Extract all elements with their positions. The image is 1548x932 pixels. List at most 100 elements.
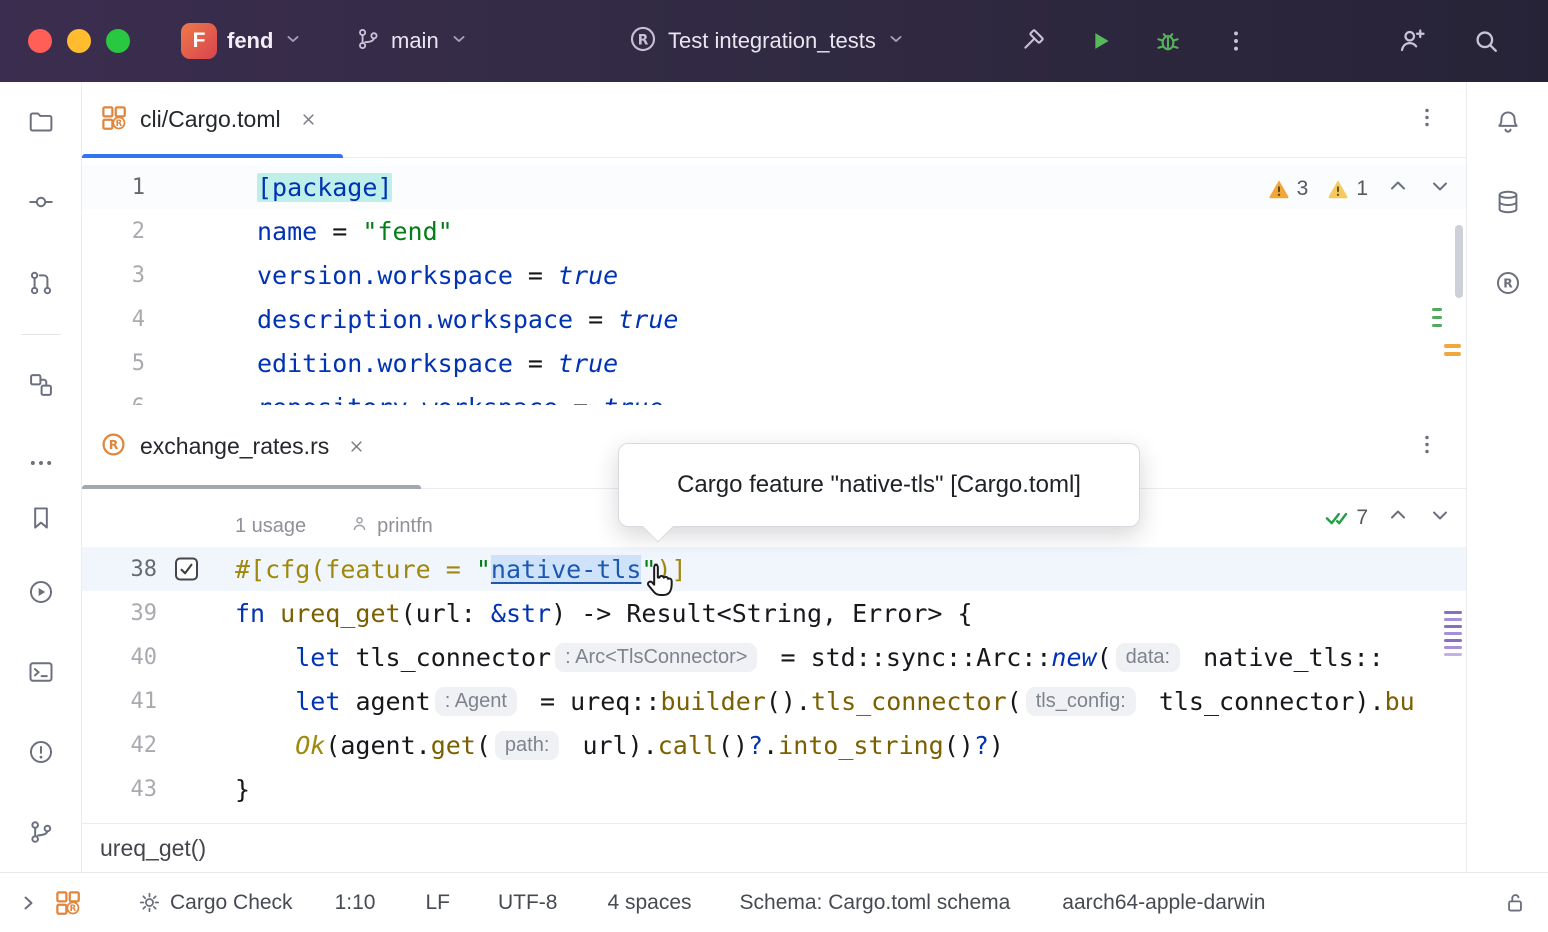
line-number[interactable]: 40: [82, 645, 157, 670]
close-tab-icon[interactable]: [346, 436, 367, 457]
code-line-38[interactable]: 38#[cfg(feature = "native-tls")]: [82, 547, 1466, 591]
code-line-5[interactable]: 5 edition.workspace = true: [82, 341, 1466, 385]
code-text[interactable]: Ok(agent.get(path: url).call()?.into_str…: [235, 731, 1004, 760]
code-line-3[interactable]: 3 version.workspace = true: [82, 253, 1466, 297]
code-viewport-bottom[interactable]: 1 usage printfn 38#[cfg(feature = "nativ…: [82, 489, 1466, 823]
indent-style[interactable]: 4 spaces: [607, 891, 691, 915]
line-number[interactable]: 39: [82, 601, 157, 626]
next-problem-icon[interactable]: [1428, 174, 1452, 203]
more-kebab-icon[interactable]: [1216, 21, 1256, 61]
line-number[interactable]: 6: [82, 395, 145, 406]
gutter[interactable]: 42: [82, 723, 235, 767]
author-hint[interactable]: printfn: [377, 515, 433, 538]
cargo-icon[interactable]: R: [54, 889, 81, 916]
tab-exchange-rates[interactable]: R exchange_rates.rs: [82, 405, 391, 488]
breadcrumb-item[interactable]: ureq_get(): [100, 835, 206, 862]
gutter[interactable]: 40: [82, 635, 235, 679]
code-line-2[interactable]: 2name = "fend": [82, 209, 1466, 253]
schema-selector[interactable]: Schema: Cargo.toml schema: [740, 891, 1011, 915]
editor-kebab-icon[interactable]: [1414, 431, 1440, 462]
notifications-bell-icon[interactable]: [1488, 102, 1528, 142]
code-line-4[interactable]: 4 description.workspace = true: [82, 297, 1466, 341]
code-line-6[interactable]: 6 repository.workspace = true: [82, 385, 1466, 405]
weak-warning-indicator[interactable]: 1: [1326, 177, 1368, 201]
line-number[interactable]: 43: [82, 777, 157, 802]
gutter[interactable]: 38: [82, 547, 235, 591]
gutter[interactable]: 43: [82, 767, 235, 811]
minimize-window-button[interactable]: [67, 29, 91, 53]
scrollbar-thumb[interactable]: [1455, 225, 1463, 298]
terminal-icon[interactable]: [21, 652, 61, 692]
code-text[interactable]: description.workspace = true: [257, 305, 678, 334]
gutter[interactable]: 41: [82, 679, 235, 723]
line-number[interactable]: 41: [82, 689, 157, 714]
prev-problem-icon[interactable]: [1386, 503, 1410, 532]
code-text[interactable]: [package]: [257, 173, 392, 202]
editor-kebab-icon[interactable]: [1414, 104, 1440, 135]
code-text[interactable]: repository.workspace = true: [257, 393, 663, 406]
code-text[interactable]: fn ureq_get(url: &str) -> Result<String,…: [235, 599, 973, 628]
problems-icon[interactable]: [21, 732, 61, 772]
run-play-icon[interactable]: [1080, 21, 1120, 61]
project-widget[interactable]: F fend: [181, 0, 303, 82]
gutter[interactable]: 39: [82, 591, 235, 635]
zoom-window-button[interactable]: [106, 29, 130, 53]
gutter[interactable]: 4: [82, 297, 257, 341]
file-encoding[interactable]: UTF-8: [498, 891, 558, 915]
database-icon[interactable]: [1488, 182, 1528, 222]
project-folder-icon[interactable]: [21, 102, 61, 142]
target-platform[interactable]: aarch64-apple-darwin: [1062, 891, 1265, 915]
rust-plugin-icon[interactable]: R: [1488, 263, 1528, 303]
add-user-icon[interactable]: [1392, 21, 1432, 61]
feature-enabled-checkbox[interactable]: [175, 558, 198, 581]
commit-icon[interactable]: [21, 182, 61, 222]
code-text[interactable]: let agent: Agent = ureq::builder().tls_c…: [235, 687, 1415, 716]
code-line-1[interactable]: 1 [package]: [82, 165, 1466, 209]
caret-position[interactable]: 1:10: [335, 891, 376, 915]
more-tools-icon[interactable]: [21, 443, 61, 483]
code-line-39[interactable]: 39 fn ureq_get(url: &str) -> Result<Strin…: [82, 591, 1466, 635]
gutter[interactable]: 5: [82, 341, 257, 385]
code-viewport-top[interactable]: 1[package]2name = "fend"3version.workspa…: [82, 158, 1466, 405]
version-control-icon[interactable]: [21, 812, 61, 852]
build-hammer-icon[interactable]: [1012, 21, 1052, 61]
line-separator[interactable]: LF: [425, 891, 450, 915]
debug-bug-icon[interactable]: [1148, 21, 1188, 61]
line-number[interactable]: 3: [82, 263, 145, 288]
cargo-check-widget[interactable]: Cargo Check: [137, 890, 293, 915]
code-text[interactable]: edition.workspace = true: [257, 349, 618, 378]
line-number[interactable]: 4: [82, 307, 145, 332]
gutter[interactable]: 2: [82, 209, 257, 253]
branch-widget[interactable]: main: [355, 0, 469, 82]
code-text[interactable]: #[cfg(feature = "native-tls")]: [235, 555, 687, 584]
expand-statusbar-icon[interactable]: [16, 891, 40, 915]
line-number[interactable]: 1: [82, 175, 145, 200]
code-line-42[interactable]: 42 Ok(agent.get(path: url).call()?.into_…: [82, 723, 1466, 767]
code-text[interactable]: version.workspace = true: [257, 261, 618, 290]
usages-hint[interactable]: 1 usage: [235, 515, 306, 538]
lock-icon[interactable]: [1502, 890, 1528, 916]
pull-requests-icon[interactable]: [21, 263, 61, 303]
code-line-40[interactable]: 40 let tls_connector: Arc<TlsConnector> …: [82, 635, 1466, 679]
tab-cargo-toml[interactable]: R cli/Cargo.toml: [82, 82, 343, 157]
line-number[interactable]: 5: [82, 351, 145, 376]
feature-link[interactable]: native-tls: [491, 555, 642, 584]
checks-indicator[interactable]: 7: [1323, 504, 1368, 531]
code-text[interactable]: name = "fend": [257, 217, 453, 246]
warning-indicator[interactable]: 3: [1267, 177, 1309, 201]
gutter[interactable]: 3: [82, 253, 257, 297]
code-text[interactable]: let tls_connector: Arc<TlsConnector> = s…: [235, 643, 1384, 672]
prev-problem-icon[interactable]: [1386, 174, 1410, 203]
gutter[interactable]: 1: [82, 165, 257, 209]
search-icon[interactable]: [1466, 21, 1506, 61]
close-tab-icon[interactable]: [298, 109, 319, 130]
close-window-button[interactable]: [28, 29, 52, 53]
code-line-41[interactable]: 41 let agent: Agent = ureq::builder().tl…: [82, 679, 1466, 723]
code-text[interactable]: }: [235, 775, 250, 804]
structure-icon[interactable]: [21, 365, 61, 405]
gutter[interactable]: 6: [82, 385, 257, 405]
line-number[interactable]: 42: [82, 733, 157, 758]
next-problem-icon[interactable]: [1428, 503, 1452, 532]
bookmarks-icon[interactable]: [21, 498, 61, 538]
code-line-43[interactable]: 43}: [82, 767, 1466, 811]
